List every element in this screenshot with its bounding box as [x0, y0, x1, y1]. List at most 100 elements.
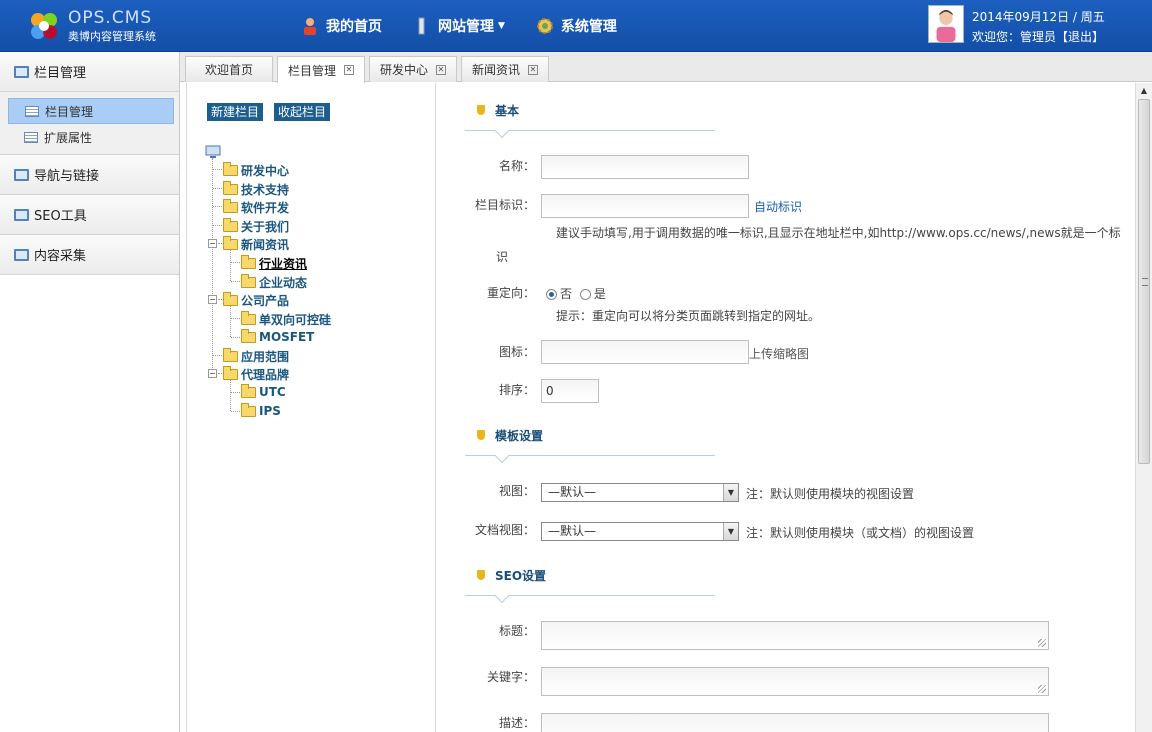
icon-field[interactable]	[541, 340, 749, 364]
tree-node[interactable]: 软件开发	[223, 199, 289, 216]
tree-node[interactable]: 企业动态	[241, 274, 307, 291]
tab-label: 研发中心	[379, 63, 428, 77]
tree-node-label: 代理品牌	[241, 368, 290, 382]
tree-node-label: 技术支持	[241, 183, 290, 197]
seo-title-field[interactable]	[541, 621, 1049, 650]
docview-label: 文档视图：	[474, 523, 535, 537]
tab-label: 新闻资讯	[471, 63, 520, 77]
tree-node-label: 应用范围	[241, 350, 290, 364]
tab-label: 栏目管理	[287, 63, 336, 78]
folder-icon	[241, 402, 256, 417]
tree-node[interactable]: 应用范围	[223, 348, 289, 365]
order-field[interactable]: 0	[541, 379, 599, 403]
tree-node[interactable]: 研发中心	[223, 162, 289, 179]
folder-icon	[241, 383, 256, 398]
current-date: 2014年09月12日 / 周五	[972, 10, 1105, 24]
tree-node-selected[interactable]: 行业资讯	[241, 255, 307, 272]
upload-thumbnail-link[interactable]: 上传缩略图	[749, 345, 809, 362]
sidebar-section-nav-links[interactable]: 导航与链接	[0, 155, 179, 195]
tree-node[interactable]: 公司产品	[223, 292, 289, 309]
scroll-up-icon[interactable]: ▲	[1136, 83, 1152, 99]
shield-icon	[477, 430, 485, 440]
resize-grip-icon[interactable]	[1038, 639, 1046, 647]
sidebar-section-label: 内容采集	[34, 249, 87, 264]
collapse-columns-button[interactable]: 收起栏目	[274, 103, 331, 121]
computer-icon	[205, 145, 221, 158]
monitor-icon	[14, 208, 29, 221]
close-icon[interactable]: ✕	[344, 65, 354, 75]
column-edit-form: 基本 名称： 栏目标识： 自动标识 建议手动填写,用于调用数据的唯一标识,且显示…	[437, 83, 1135, 732]
tree-node-label: 单双向可控硅	[259, 313, 332, 327]
avatar	[928, 5, 964, 43]
tab-welcome[interactable]: 欢迎首页	[185, 56, 273, 82]
tree-node-label: 企业动态	[259, 276, 308, 290]
auto-slug-link[interactable]: 自动标识	[754, 198, 802, 215]
seo-keywords-field[interactable]	[541, 667, 1049, 696]
tree-node[interactable]: 单双向可控硅	[241, 311, 331, 328]
tree-node-label: 研发中心	[241, 164, 290, 178]
collapse-toggle[interactable]: −	[208, 295, 217, 304]
nav-site-manage[interactable]: 网站管理 ▼	[412, 16, 505, 36]
tree-node[interactable]: 技术支持	[223, 181, 289, 198]
folder-icon	[223, 162, 238, 176]
tree-node[interactable]: 代理品牌	[223, 366, 289, 383]
docview-note: 注：默认则使用模块（或文档）的视图设置	[746, 526, 975, 540]
icon-label: 图标：	[498, 345, 535, 359]
sidebar: 栏目管理 栏目管理 扩展属性 导航与链接 SEO工具 内容采集	[0, 52, 180, 732]
view-note: 注：默认则使用模块的视图设置	[746, 487, 915, 501]
sidebar-submenu: 栏目管理 扩展属性	[0, 92, 179, 155]
section-title: SEO设置	[495, 569, 547, 583]
brand-subtitle: 奥博内容管理系统	[68, 30, 156, 43]
nav-my-home[interactable]: 我的首页	[300, 16, 382, 36]
tree-node[interactable]: UTC	[241, 383, 286, 399]
name-label: 名称：	[498, 159, 535, 173]
folder-icon	[223, 199, 238, 213]
tab-column-manage[interactable]: 栏目管理 ✕	[277, 56, 365, 83]
view-select-value: —默认—	[548, 485, 597, 499]
view-label: 视图：	[498, 484, 535, 498]
slug-label: 栏目标识：	[474, 198, 535, 212]
sidebar-section-column-manage[interactable]: 栏目管理	[0, 52, 179, 92]
sidebar-section-label: 栏目管理	[34, 66, 87, 81]
logout-link[interactable]: 【退出】	[1056, 30, 1104, 44]
folder-icon	[241, 274, 256, 288]
order-label: 排序：	[498, 383, 535, 397]
redirect-options: 否 是	[546, 285, 606, 302]
nav-system-manage[interactable]: 系统管理	[535, 16, 617, 36]
chevron-down-icon: ▼	[498, 21, 505, 31]
tree-node[interactable]: IPS	[241, 402, 281, 418]
slug-hint: 建议手动填写,用于调用数据的唯一标识,且显示在地址栏中,如http://www.…	[556, 226, 1121, 240]
folder-icon	[241, 311, 256, 325]
tab-news[interactable]: 新闻资讯 ✕	[461, 56, 549, 82]
tree-node[interactable]: 关于我们	[223, 218, 289, 235]
tab-rd-center[interactable]: 研发中心 ✕	[369, 56, 457, 82]
resize-grip-icon[interactable]	[1038, 685, 1046, 693]
tree-node[interactable]: MOSFET	[241, 328, 314, 344]
slug-field[interactable]	[541, 194, 749, 218]
section-title: 模板设置	[495, 429, 544, 443]
scrollbar-thumb[interactable]	[1138, 99, 1150, 464]
sidebar-item-extended-attrs[interactable]: 扩展属性	[8, 124, 174, 150]
redirect-yes-radio[interactable]	[579, 289, 591, 300]
redirect-no-radio[interactable]	[546, 289, 557, 300]
monitor-icon	[14, 65, 29, 78]
shield-icon	[477, 105, 485, 115]
close-icon[interactable]: ✕	[528, 64, 538, 75]
close-icon[interactable]: ✕	[436, 64, 446, 75]
sidebar-section-seo-tools[interactable]: SEO工具	[0, 195, 179, 235]
redirect-yes-label: 是	[593, 287, 606, 301]
folder-icon	[241, 328, 256, 343]
sidebar-item-column-manage[interactable]: 栏目管理	[8, 98, 174, 124]
docview-select[interactable]: —默认— ▼	[541, 522, 739, 541]
vertical-scrollbar[interactable]: ▲	[1135, 83, 1152, 732]
collapse-toggle[interactable]: −	[208, 239, 217, 248]
new-column-button[interactable]: 新建栏目	[207, 103, 264, 121]
view-select[interactable]: —默认— ▼	[541, 483, 739, 502]
seo-desc-field[interactable]	[541, 713, 1049, 732]
tree-node[interactable]: 新闻资讯	[223, 236, 289, 253]
tree-node-label: 软件开发	[241, 201, 290, 215]
collapse-toggle[interactable]: −	[208, 369, 217, 378]
sidebar-section-content-collect[interactable]: 内容采集	[0, 235, 179, 275]
name-field[interactable]	[541, 155, 749, 179]
folder-icon	[241, 255, 256, 269]
